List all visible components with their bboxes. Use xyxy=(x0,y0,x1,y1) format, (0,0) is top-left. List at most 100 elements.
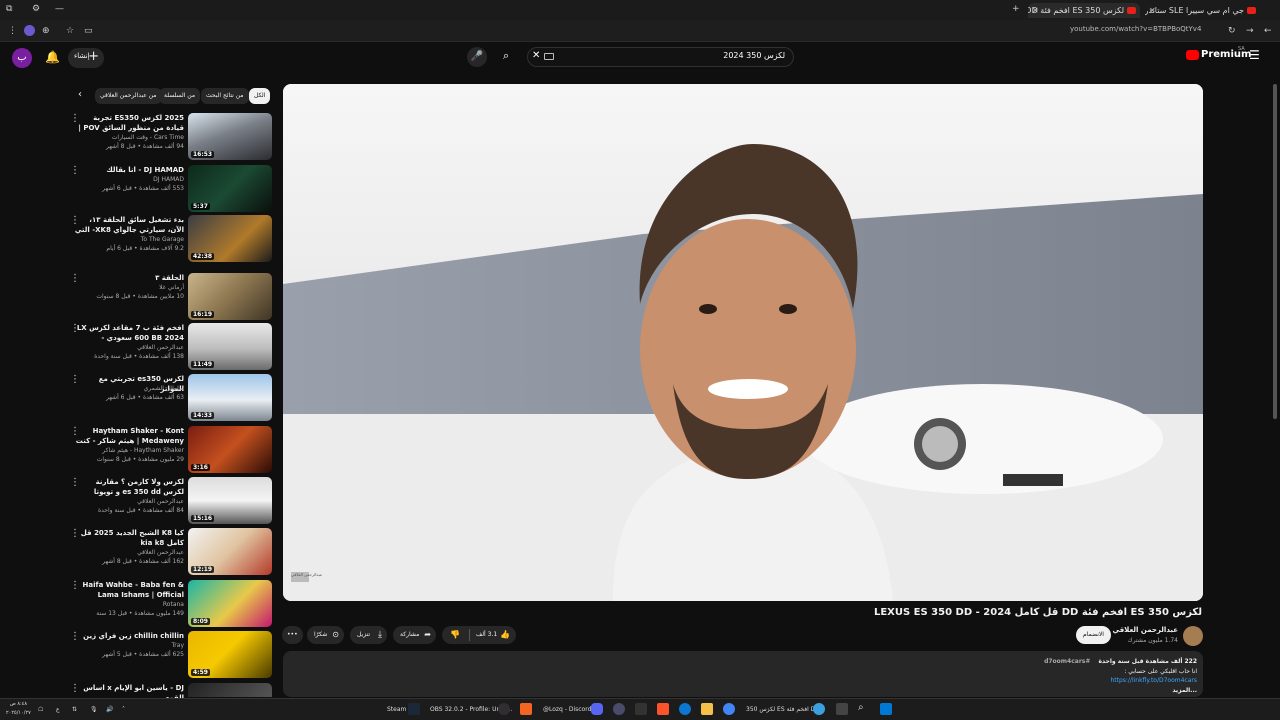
chrome-icon[interactable] xyxy=(723,703,735,715)
tray-chevron-icon[interactable]: ˄ xyxy=(122,703,125,717)
network-icon[interactable]: ⇅ xyxy=(72,703,77,717)
chip-series[interactable]: من السلسلة xyxy=(159,88,201,104)
thumbnail[interactable]: 4:59 xyxy=(188,631,272,678)
youtube-logo-icon[interactable] xyxy=(1186,50,1199,60)
thumbnail[interactable]: 5:37 xyxy=(188,165,272,212)
notifications-icon[interactable]: 🔔 xyxy=(45,50,60,64)
extensions-icon[interactable]: ⊕ xyxy=(42,24,50,38)
thumbnail[interactable]: 12:19 xyxy=(188,528,272,575)
list-item[interactable]: ⋮ chillin chillin زين فراي زين Tray 625 … xyxy=(60,631,274,681)
list-item[interactable]: ⋮ بدء تشغيل سائق الحلقة ١٣، الآن، سيارتي… xyxy=(60,215,274,265)
language-indicator[interactable]: ع xyxy=(56,703,60,717)
task-view-icon[interactable] xyxy=(836,703,848,715)
taskbar-steam-label[interactable]: Steam xyxy=(387,703,406,717)
video-title[interactable]: Haifa Wahbe - Baba fen & Lama Ishams | O… xyxy=(74,580,184,600)
video-title[interactable]: كيا K8 الشبح الجديد 2025 قل كامل kia k8 xyxy=(74,528,184,548)
description-link[interactable]: https://linkfly.to/D7oom4cars xyxy=(1110,677,1197,684)
video-title[interactable]: بدء تشغيل سائق الحلقة ١٣، الآن، سيارتي ج… xyxy=(74,215,184,235)
join-button[interactable]: الانضمام xyxy=(1076,626,1111,644)
chip-channel[interactable]: من عبدالرحمن العلاقي xyxy=(95,88,162,104)
list-item[interactable]: ⋮ 2025 لكزس ES350 تجربة قيادة من منظور ا… xyxy=(60,113,274,163)
volume-icon[interactable]: 🔊 xyxy=(106,703,113,717)
channel-name-main[interactable]: عبدالرحمن العلاقي xyxy=(1113,626,1179,634)
thumbnail[interactable]: 3:16 xyxy=(188,426,272,473)
new-tab-button[interactable]: + xyxy=(1012,2,1020,16)
steam-icon[interactable] xyxy=(408,703,420,715)
list-item[interactable]: ⋮ Haytham Shaker - Kont Medaweny | هيثم … xyxy=(60,426,274,476)
cast-icon[interactable]: ▭ xyxy=(84,24,93,38)
video-title[interactable]: لكزس ولا كارمن ؟ مقارنة لكزس es 350 dd و… xyxy=(74,477,184,497)
search-box[interactable]: ⌕ ✕ لكزس 350 2024 xyxy=(503,47,794,67)
brave-icon[interactable] xyxy=(657,703,669,715)
thumbnail[interactable]: 15:16 xyxy=(188,477,272,524)
search-icon[interactable]: ⌕ xyxy=(858,701,864,715)
list-item[interactable]: ⋮ افخم فئة ب 7 مقاعد لكزس LX 600 BB 2024… xyxy=(60,323,274,373)
create-button[interactable]: إنشاء + xyxy=(68,48,104,68)
app-icon[interactable] xyxy=(635,703,647,715)
windows-start-icon[interactable] xyxy=(880,703,892,715)
list-item[interactable]: ⋮ لكزس es350 تجربتي مع المواتر سلطان الش… xyxy=(60,374,274,424)
clear-search-icon[interactable]: ✕ xyxy=(532,50,540,61)
discord-icon[interactable] xyxy=(591,703,603,715)
chip-search-results[interactable]: من نتائج البحث xyxy=(201,88,249,104)
menu-icon[interactable]: ⋮ xyxy=(8,24,17,38)
list-item[interactable]: ⋮ لكزس ولا كارمن ؟ مقارنة لكزس es 350 dd… xyxy=(60,477,274,527)
video-title[interactable]: افخم فئة ب 7 مقاعد لكزس LX 600 BB 2024 س… xyxy=(74,323,184,343)
reload-icon[interactable]: ↻ xyxy=(1228,24,1236,38)
minimize-icon[interactable]: — xyxy=(55,2,64,16)
keyboard-icon[interactable] xyxy=(544,53,554,60)
channel-avatar[interactable] xyxy=(1183,626,1203,646)
taskbar-active-window[interactable]: لكزس 350 ES افخم فئة DI xyxy=(746,703,817,717)
url-text[interactable]: youtube.com/watch?v=BTBPBoQtYv4 xyxy=(1070,25,1201,33)
hashtag-link[interactable]: #d7oom4cars xyxy=(1044,658,1090,665)
back-icon[interactable]: ← xyxy=(1264,24,1272,38)
thumbnail[interactable]: 14:33 xyxy=(188,374,272,421)
list-item[interactable]: ⋮ كيا K8 الشبح الجديد 2025 قل كامل kia k… xyxy=(60,528,274,578)
forward-icon[interactable]: → xyxy=(1246,24,1254,38)
video-player[interactable]: عبدالرحمن العلاقي xyxy=(283,84,1203,601)
thumbnail[interactable]: 16:19 xyxy=(188,273,272,320)
notifications-icon[interactable]: ☖ xyxy=(38,703,43,717)
thumbnail[interactable] xyxy=(188,683,272,697)
vlc-icon[interactable] xyxy=(520,703,532,715)
file-explorer-icon[interactable] xyxy=(701,703,713,715)
thanks-button[interactable]: ⊙ شكرًا xyxy=(307,626,344,644)
video-title[interactable]: Haytham Shaker - Kont Medaweny | هيثم شا… xyxy=(74,426,184,446)
list-item[interactable]: ⋮ DJ HAMAD - انا بقالك DJ HAMAD 553 ألف … xyxy=(60,165,274,215)
window-icon[interactable]: ⧉ xyxy=(6,2,12,16)
edge-icon[interactable] xyxy=(679,703,691,715)
thumbnail[interactable]: 42:38 xyxy=(188,215,272,262)
tab-active[interactable]: ✕ لكزس 350 ES افخم فئة DD قل xyxy=(1028,3,1140,18)
show-more-link[interactable]: ...المزيد xyxy=(1172,687,1197,694)
thumbnail[interactable]: 8:09 xyxy=(188,580,272,627)
taskbar-clock[interactable]: ٨:٤٨ ص ٢٠٢٥/١٠/٢٧ xyxy=(6,700,31,718)
video-title[interactable]: chillin chillin زين فراي زين xyxy=(74,631,184,641)
video-title[interactable]: الحلقة ٣ xyxy=(74,273,184,283)
taskbar-discord-label[interactable]: @Lozq - Discord xyxy=(543,703,591,717)
download-button[interactable]: ⤓ تنزيل xyxy=(350,626,387,644)
description-box[interactable]: 222 ألف مشاهدة قبل سنة واحدة #d7oom4cars… xyxy=(283,651,1203,697)
obs-icon[interactable] xyxy=(498,703,510,715)
chevron-left-icon[interactable]: ‹ xyxy=(78,89,82,100)
video-title[interactable]: DJ HAMAD - انا بقالك xyxy=(74,165,184,175)
close-icon[interactable]: ✕ xyxy=(1149,3,1156,18)
active-window-icon[interactable] xyxy=(813,703,825,715)
app-icon[interactable] xyxy=(613,703,625,715)
search-icon[interactable]: ⌕ xyxy=(503,49,509,63)
voice-search-button[interactable]: 🎤 xyxy=(467,47,487,67)
list-item[interactable]: ⋮ الحلقة ٣ أرماني غلا 10 ملايين مشاهدة •… xyxy=(60,273,274,323)
microphone-icon[interactable]: 🎙 xyxy=(90,703,98,717)
more-actions-button[interactable]: ••• xyxy=(282,626,303,644)
avatar[interactable]: ب xyxy=(12,48,32,68)
page-scrollbar[interactable] xyxy=(1273,84,1277,419)
tab-gmc[interactable]: ✕ جي ام سي سييرا SLE ستاندر 2024 xyxy=(1145,3,1260,18)
list-item[interactable]: ⋮ Haifa Wahbe - Baba fen & Lama Ishams |… xyxy=(60,580,274,630)
share-button[interactable]: ➦ مشاركة xyxy=(393,626,436,644)
thumbnail[interactable]: 16:53 xyxy=(188,113,272,160)
thumbnail[interactable]: 11:49 xyxy=(188,323,272,370)
hamburger-menu-icon[interactable]: ☰ xyxy=(1249,48,1260,62)
list-item[interactable]: ⋮ DJ - ياسين ابو الإيام x اساس القوم xyxy=(60,683,274,702)
search-input[interactable]: لكزس 350 2024 xyxy=(723,51,785,60)
chip-all[interactable]: الكل xyxy=(249,88,271,104)
star-icon[interactable]: ☆ xyxy=(66,24,74,38)
